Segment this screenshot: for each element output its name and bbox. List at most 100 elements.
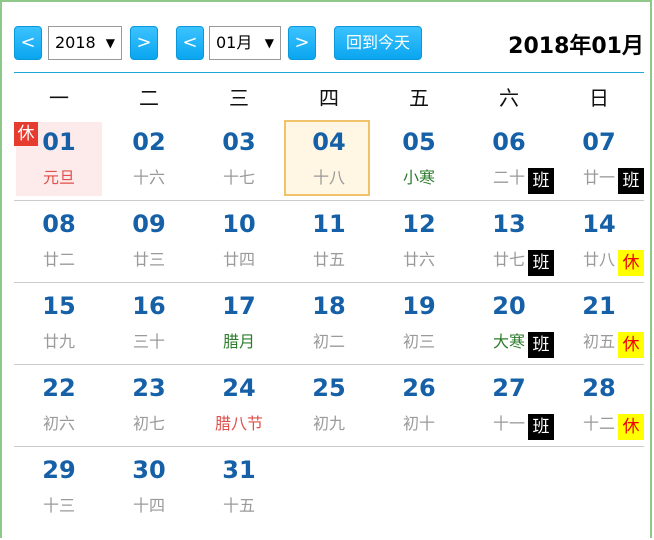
lunar-date: 初十 xyxy=(402,414,435,433)
day-cell[interactable]: 24 腊八节 xyxy=(194,364,284,446)
day-number: 12 xyxy=(402,210,436,238)
holiday-rest-badge: 休 xyxy=(14,122,38,146)
day-cell[interactable]: 27 十一班 xyxy=(464,364,554,446)
lunar-date: 廿三 xyxy=(132,250,165,269)
day-cell[interactable]: 31 十五 xyxy=(194,446,284,528)
lunar-date: 腊八节 xyxy=(214,414,263,433)
lunar-date: 十八 xyxy=(312,168,345,187)
day-cell[interactable]: 09 廿三 xyxy=(104,200,194,282)
weekday-label: 六 xyxy=(499,86,519,110)
day-cell[interactable]: 23 初七 xyxy=(104,364,194,446)
day-cell[interactable]: 06 二十班 xyxy=(464,118,554,200)
lunar-date: 初七 xyxy=(132,414,165,433)
day-number: 18 xyxy=(312,292,346,320)
day-number: 04 xyxy=(312,128,346,156)
day-cell[interactable]: 30 十四 xyxy=(104,446,194,528)
day-number: 10 xyxy=(222,210,256,238)
chevron-down-icon: ▼ xyxy=(105,36,115,50)
day-number: 16 xyxy=(132,292,166,320)
month-select[interactable]: 01月 ▼ xyxy=(209,26,281,60)
day-cell-today[interactable]: 04 十八 xyxy=(284,118,374,200)
day-cell[interactable]: 26 初十 xyxy=(374,364,464,446)
lunar-date: 初六 xyxy=(42,414,75,433)
lunar-date: 腊月 xyxy=(222,332,255,351)
day-number: 31 xyxy=(222,456,256,484)
day-cell[interactable]: 15 廿九 xyxy=(14,282,104,364)
work-day-badge: 班 xyxy=(618,168,644,194)
day-number: 26 xyxy=(402,374,436,402)
day-cell[interactable]: 22 初六 xyxy=(14,364,104,446)
day-cell[interactable]: 08 廿二 xyxy=(14,200,104,282)
lunar-date: 三十 xyxy=(132,332,165,351)
next-month-button[interactable]: > xyxy=(288,26,316,60)
day-cell[interactable]: 29 十三 xyxy=(14,446,104,528)
weekday-header: 一 二 三 四 五 六 日 xyxy=(14,82,644,116)
day-cell[interactable]: 19 初三 xyxy=(374,282,464,364)
rest-day-badge: 休 xyxy=(618,250,644,276)
day-number: 08 xyxy=(42,210,76,238)
day-number: 22 xyxy=(42,374,76,402)
day-cell[interactable]: 11 廿五 xyxy=(284,200,374,282)
rest-day-badge: 休 xyxy=(618,414,644,440)
year-select[interactable]: 2018 ▼ xyxy=(48,26,122,60)
work-day-badge: 班 xyxy=(528,168,554,194)
day-cell[interactable]: 25 初九 xyxy=(284,364,374,446)
month-select-value: 01月 xyxy=(216,33,253,52)
prev-year-button[interactable]: < xyxy=(14,26,42,60)
day-number: 15 xyxy=(42,292,76,320)
day-cell[interactable]: 01 元旦休 xyxy=(14,118,104,200)
weekday-label: 二 xyxy=(139,86,159,110)
calendar-toolbar: < 2018 ▼ > < 01月 ▼ > 回到今天 2018年01月 xyxy=(0,0,654,72)
day-cell[interactable]: 20 大寒班 xyxy=(464,282,554,364)
day-number: 30 xyxy=(132,456,166,484)
lunar-date: 廿四 xyxy=(222,250,255,269)
day-number: 07 xyxy=(582,128,616,156)
lunar-date: 十三 xyxy=(42,496,75,515)
day-cell[interactable]: 13 廿七班 xyxy=(464,200,554,282)
next-year-button[interactable]: > xyxy=(130,26,158,60)
day-number: 11 xyxy=(312,210,346,238)
rest-day-badge: 休 xyxy=(618,332,644,358)
lunar-date: 十七 xyxy=(222,168,255,187)
day-number: 03 xyxy=(222,128,256,156)
day-number: 02 xyxy=(132,128,166,156)
header-divider xyxy=(14,72,644,73)
day-cell[interactable]: 14 廿八休 xyxy=(554,200,644,282)
day-number: 25 xyxy=(312,374,346,402)
day-number: 19 xyxy=(402,292,436,320)
day-cell[interactable]: 18 初二 xyxy=(284,282,374,364)
day-number: 17 xyxy=(222,292,256,320)
day-number: 29 xyxy=(42,456,76,484)
day-cell[interactable]: 07 廿一班 xyxy=(554,118,644,200)
day-cell[interactable]: 10 廿四 xyxy=(194,200,284,282)
calendar-grid: 01 元旦休 02 十六 03 十七 04 十八 05 小寒 06 二十班 07 廿一班 08 廿二 09 廿三 1… xyxy=(14,118,644,528)
day-number: 05 xyxy=(402,128,436,156)
day-number: 23 xyxy=(132,374,166,402)
day-cell[interactable]: 03 十七 xyxy=(194,118,284,200)
lunar-date: 廿二 xyxy=(42,250,75,269)
lunar-date: 廿五 xyxy=(312,250,345,269)
lunar-date: 小寒 xyxy=(402,168,435,187)
work-day-badge: 班 xyxy=(528,332,554,358)
lunar-date: 初二 xyxy=(312,332,345,351)
day-number: 09 xyxy=(132,210,166,238)
day-number: 13 xyxy=(492,210,526,238)
weekday-label: 日 xyxy=(589,86,609,110)
lunar-date: 十五 xyxy=(222,496,255,515)
back-to-today-button[interactable]: 回到今天 xyxy=(334,26,422,60)
lunar-date: 廿六 xyxy=(402,250,435,269)
day-cell[interactable]: 12 廿六 xyxy=(374,200,464,282)
year-select-value: 2018 xyxy=(55,33,96,52)
day-cell[interactable]: 28 十二休 xyxy=(554,364,644,446)
lunar-date: 元旦 xyxy=(42,168,75,187)
day-cell[interactable]: 21 初五休 xyxy=(554,282,644,364)
day-cell[interactable]: 05 小寒 xyxy=(374,118,464,200)
day-cell[interactable]: 17 腊月 xyxy=(194,282,284,364)
lunar-date: 初九 xyxy=(312,414,345,433)
calendar-title: 2018年01月 xyxy=(508,34,644,59)
weekday-label: 四 xyxy=(319,86,339,110)
day-cell[interactable]: 02 十六 xyxy=(104,118,194,200)
day-cell[interactable]: 16 三十 xyxy=(104,282,194,364)
prev-month-button[interactable]: < xyxy=(176,26,204,60)
weekday-label: 一 xyxy=(49,86,69,110)
